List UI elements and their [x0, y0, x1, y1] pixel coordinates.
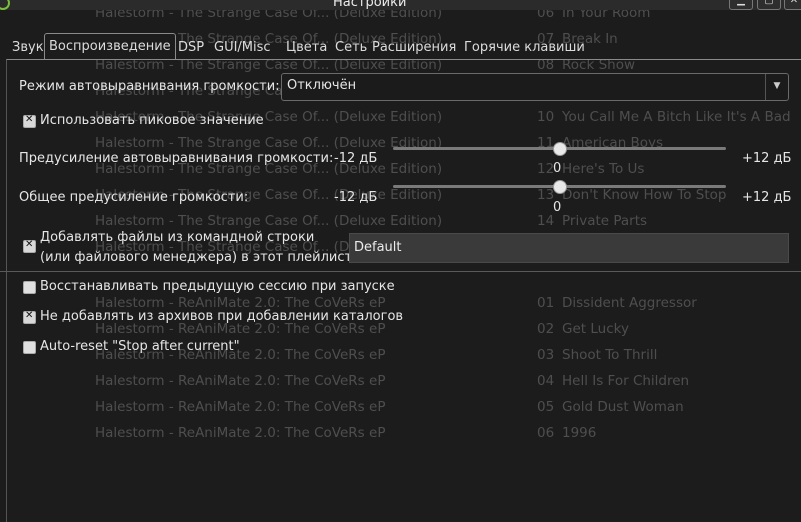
title-bar: Настройки ▁ ▢ ✕ [0, 0, 801, 10]
preamp-rg-min: -12 дБ [334, 151, 378, 166]
minimize-button[interactable]: ▁ [729, 0, 753, 10]
chevron-down-icon[interactable]: ▼ [765, 74, 788, 100]
add-files-label-line2: (или файлового менеджера) в этот плейлис… [40, 250, 357, 265]
resume-session-checkbox[interactable] [23, 281, 36, 294]
resume-session-label: Восстанавливать предыдущую сессию при за… [40, 279, 395, 294]
global-preamp-min: -12 дБ [334, 190, 378, 205]
tab-colors[interactable]: Цвета [286, 37, 327, 59]
window-title: Настройки [333, 0, 407, 10]
preamp-rg-max: +12 дБ [742, 151, 792, 166]
preamp-rg-slider-handle[interactable] [552, 142, 567, 156]
maximize-button[interactable]: ▢ [757, 0, 781, 10]
tab-dsp[interactable]: DSP [178, 37, 204, 59]
ignore-archives-checkbox[interactable] [23, 310, 36, 324]
autoreset-label: Auto-reset "Stop after current" [40, 339, 240, 354]
replaygain-mode-value: Отключён [287, 78, 357, 93]
global-preamp-value: 0 [553, 200, 562, 215]
peak-checkbox[interactable] [23, 114, 36, 128]
add-files-label-line1: Добавлять файлы из командной строки [40, 230, 315, 245]
tab-plugins[interactable]: Расширения [372, 37, 456, 59]
global-preamp-max: +12 дБ [742, 190, 792, 205]
replaygain-mode-select[interactable]: Отключён ▼ [281, 73, 789, 101]
close-button[interactable]: ✕ [784, 0, 801, 10]
tab-hotkeys[interactable]: Горячие клавиши [464, 37, 585, 59]
tab-gui-misc[interactable]: GUI/Misc [214, 37, 271, 59]
ignore-archives-label: Не добавлять из архивов при добавлении к… [40, 309, 404, 324]
tab-network[interactable]: Сеть [335, 37, 367, 59]
tab-playback[interactable]: Воспроизведение [44, 33, 176, 60]
preamp-rg-label: Предусиление автовыравнивания громкости: [19, 151, 334, 166]
divider [0, 271, 801, 272]
preamp-rg-value: 0 [553, 161, 562, 176]
global-preamp-slider-handle[interactable] [552, 180, 567, 194]
add-files-checkbox[interactable] [23, 239, 36, 253]
preferences-window: Halestorm - The Strange Case Of... (Delu… [0, 0, 801, 522]
playlist-name-value: Default [354, 240, 402, 255]
replaygain-mode-label: Режим автовыравнивания громкости: [19, 79, 280, 94]
tab-sound[interactable]: Звук [12, 37, 44, 59]
app-logo-icon [0, 0, 10, 10]
global-preamp-label: Общее предусиление громкости: [19, 190, 249, 205]
autoreset-checkbox[interactable] [23, 341, 36, 354]
peak-label: Использовать пиковое значение [40, 113, 264, 128]
playlist-name-input[interactable]: Default [349, 233, 789, 263]
